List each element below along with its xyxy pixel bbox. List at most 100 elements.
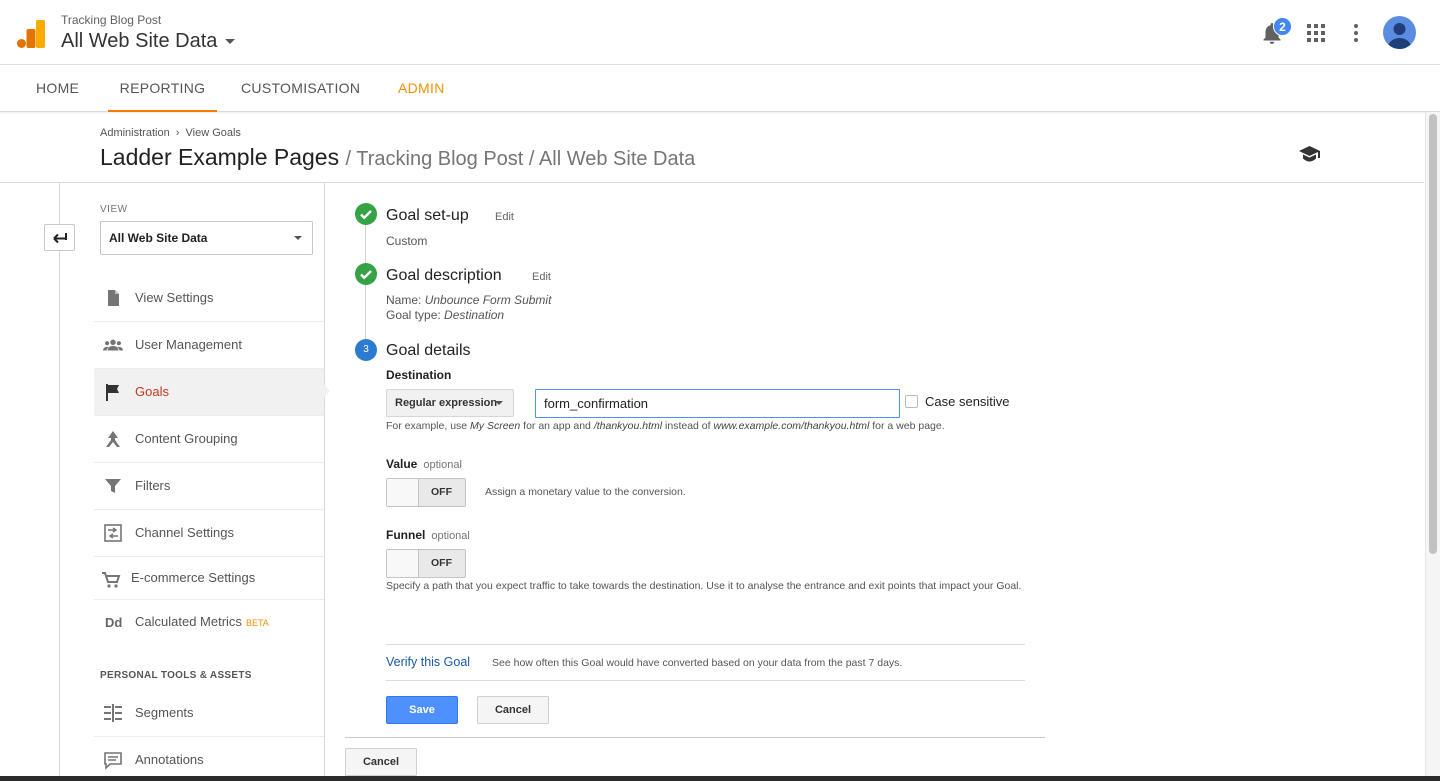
hint-text: for an app and bbox=[523, 420, 591, 432]
verify-goal-link[interactable]: Verify this Goal bbox=[386, 655, 470, 669]
tab-customisation[interactable]: CUSTOMISATION bbox=[241, 65, 360, 112]
sidebar-item-calculated-metrics-label: Calculated Metrics BETA bbox=[135, 614, 269, 629]
tab-home[interactable]: HOME bbox=[36, 65, 79, 112]
caret-down-icon bbox=[225, 39, 236, 45]
hint-text: For example, use bbox=[386, 420, 468, 432]
segments-icon bbox=[104, 704, 122, 722]
value-hint: Assign a monetary value to the conversio… bbox=[485, 486, 686, 498]
breadcrumb-separator: › bbox=[175, 127, 180, 139]
hint-text: for a web page. bbox=[872, 420, 945, 432]
match-type-dropdown[interactable]: Regular expression bbox=[386, 389, 514, 417]
view-selector-value: All Web Site Data bbox=[109, 231, 208, 245]
verify-description: See how often this Goal would have conve… bbox=[492, 657, 903, 669]
breadcrumb: Administration › View Goals bbox=[100, 127, 241, 139]
sidebar-item-label: Filters bbox=[135, 478, 171, 493]
active-item-pointer bbox=[323, 383, 330, 399]
cancel-button[interactable]: Cancel bbox=[477, 696, 549, 724]
toggle-state: OFF bbox=[431, 486, 452, 498]
goal-name-info: Name: Unbounce Form Submit bbox=[386, 293, 551, 307]
case-sensitive-label: Case sensitive bbox=[925, 394, 1010, 409]
sidebar-item-segments[interactable]: Segments bbox=[94, 690, 324, 737]
hint-example-app: My Screen bbox=[470, 420, 521, 432]
caret-down-icon bbox=[495, 401, 503, 405]
sidebar-item-user-management[interactable]: User Management bbox=[94, 322, 324, 369]
breadcrumb-view-goals[interactable]: View Goals bbox=[186, 127, 241, 139]
goal-details-title: Goal details bbox=[386, 342, 471, 359]
sidebar-item-label: View Settings bbox=[135, 290, 214, 305]
window-bottom-edge bbox=[0, 776, 1440, 781]
sidebar-item-label: Annotations bbox=[135, 752, 204, 767]
sidebar-item-goals[interactable]: Goals bbox=[94, 369, 324, 416]
match-type-value: Regular expression bbox=[395, 397, 498, 409]
goal-name-label: Name: bbox=[386, 293, 422, 307]
outer-cancel-button[interactable]: Cancel bbox=[345, 748, 417, 776]
value-label: Value bbox=[386, 457, 418, 471]
back-button[interactable] bbox=[44, 224, 75, 251]
user-icon bbox=[1387, 23, 1412, 49]
check-icon bbox=[360, 270, 372, 280]
sidebar-item-filters[interactable]: Filters bbox=[94, 463, 324, 510]
optional-tag: optional bbox=[431, 530, 470, 542]
funnel-toggle[interactable]: OFF bbox=[386, 549, 466, 578]
toggle-state: OFF bbox=[431, 557, 452, 569]
sidebar-item-view-settings[interactable]: View Settings bbox=[94, 275, 324, 322]
account-selector[interactable]: All Web Site Data bbox=[61, 30, 236, 53]
goal-details-step-number: 3 bbox=[355, 339, 377, 361]
sidebar-item-label: Channel Settings bbox=[135, 525, 235, 540]
sidebar-item-label: Goals bbox=[135, 384, 169, 399]
save-button[interactable]: Save bbox=[386, 696, 458, 724]
filter-icon bbox=[105, 479, 121, 493]
view-label: VIEW bbox=[100, 204, 128, 215]
apps-grid-icon[interactable] bbox=[1307, 24, 1325, 42]
breadcrumb-administration[interactable]: Administration bbox=[100, 127, 170, 139]
sidebar-item-calculated-metrics[interactable]: Dd Calculated Metrics BETA bbox=[94, 600, 324, 647]
hint-text: instead of bbox=[665, 420, 711, 432]
sidebar-item-ecommerce-settings[interactable]: E-commerce Settings bbox=[94, 557, 324, 600]
view-selector[interactable]: All Web Site Data bbox=[100, 221, 313, 255]
document-icon bbox=[108, 290, 119, 306]
sidebar-item-label: Segments bbox=[135, 705, 194, 720]
sidebar-item-label: Calculated Metrics bbox=[135, 614, 242, 629]
hint-example-path: /thankyou.html bbox=[593, 420, 663, 432]
sidebar-item-content-grouping[interactable]: Content Grouping bbox=[94, 416, 324, 463]
tab-admin[interactable]: ADMIN bbox=[398, 65, 445, 112]
dd-icon: Dd bbox=[105, 615, 123, 630]
goal-setup-info: Custom bbox=[386, 234, 428, 248]
verify-divider-top bbox=[386, 644, 1025, 645]
annotations-icon bbox=[104, 752, 122, 770]
rail-divider bbox=[59, 183, 60, 781]
check-icon bbox=[360, 210, 372, 220]
tab-reporting[interactable]: REPORTING bbox=[108, 65, 217, 112]
page-title-path: / Tracking Blog Post / All Web Site Data bbox=[345, 148, 696, 170]
form-divider bbox=[345, 737, 1045, 738]
destination-input[interactable] bbox=[535, 389, 900, 418]
verify-divider-bottom bbox=[386, 680, 1025, 681]
destination-label: Destination bbox=[386, 368, 452, 382]
goal-setup-edit[interactable]: Edit bbox=[495, 211, 514, 223]
analytics-logo-icon[interactable] bbox=[17, 20, 45, 48]
sidebar-item-annotations[interactable]: Annotations bbox=[94, 737, 324, 781]
admin-sidebar: VIEW All Web Site Data View Settings Use… bbox=[94, 183, 330, 781]
flag-icon bbox=[106, 384, 119, 401]
page-title-main: Ladder Example Pages bbox=[100, 144, 340, 170]
goal-description-edit[interactable]: Edit bbox=[532, 271, 551, 283]
sidebar-item-label: Content Grouping bbox=[135, 431, 238, 446]
channel-icon bbox=[104, 524, 122, 542]
page-title: Ladder Example Pages / Tracking Blog Pos… bbox=[100, 144, 695, 171]
case-sensitive-checkbox[interactable] bbox=[905, 395, 918, 408]
notification-badge: 2 bbox=[1273, 17, 1292, 36]
user-avatar[interactable] bbox=[1383, 16, 1416, 49]
toggle-knob bbox=[387, 550, 419, 577]
value-field-label: Value optional bbox=[386, 457, 462, 471]
value-toggle[interactable]: OFF bbox=[386, 478, 466, 507]
top-header: Tracking Blog Post All Web Site Data 2 bbox=[0, 0, 1440, 65]
sidebar-item-channel-settings[interactable]: Channel Settings bbox=[94, 510, 324, 557]
graduation-cap-icon[interactable] bbox=[1299, 146, 1320, 162]
funnel-hint: Specify a path that you expect traffic t… bbox=[386, 580, 1022, 592]
goal-type-value: Destination bbox=[444, 308, 505, 322]
scrollbar-thumb[interactable] bbox=[1429, 114, 1437, 554]
more-vert-icon[interactable] bbox=[1349, 23, 1363, 43]
goal-name-value: Unbounce Form Submit bbox=[424, 293, 552, 307]
hint-example-url: www.example.com/thankyou.html bbox=[713, 420, 870, 432]
goal-type-label: Goal type: bbox=[386, 308, 441, 322]
